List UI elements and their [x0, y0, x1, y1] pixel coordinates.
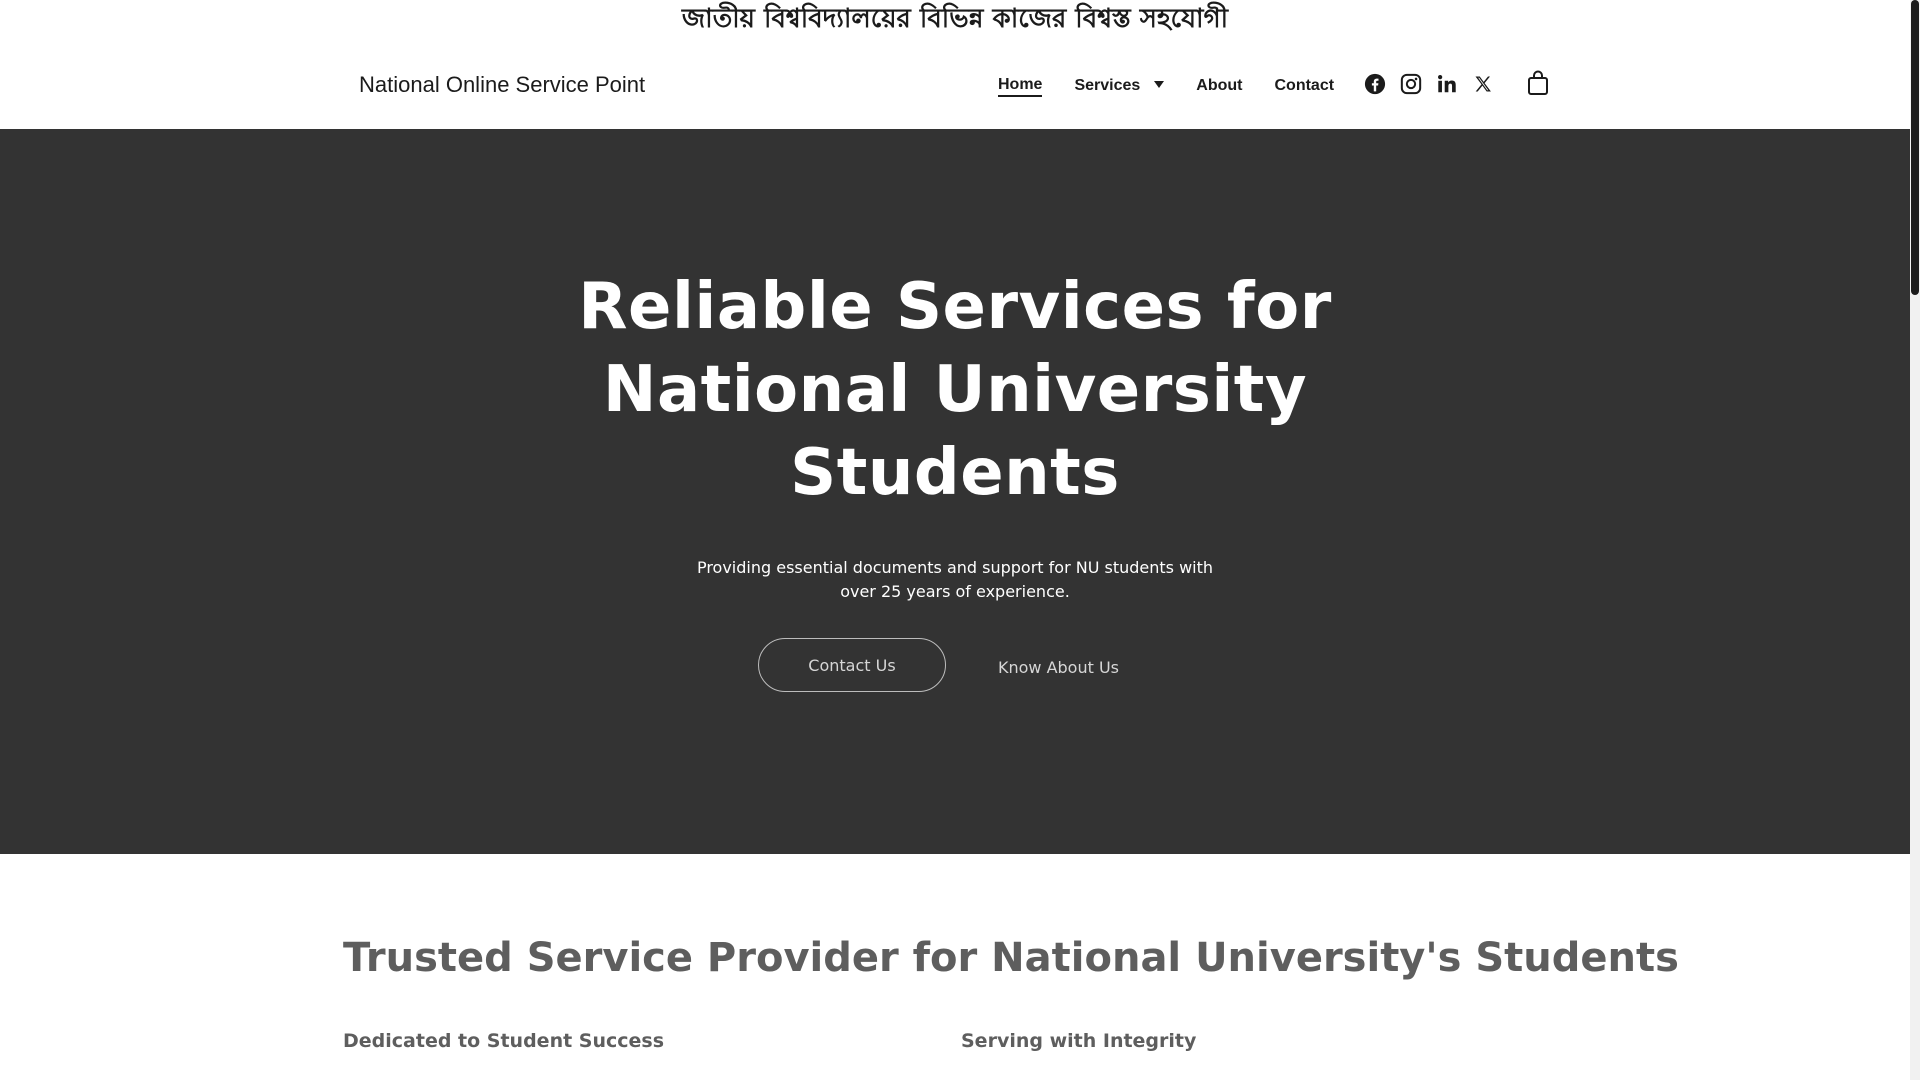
nav-services-label: Services — [1074, 77, 1141, 94]
nav-contact[interactable]: Contact — [1275, 74, 1335, 98]
linkedin-icon[interactable] — [1436, 73, 1458, 95]
hero-subtitle: Providing essential documents and suppor… — [696, 558, 1214, 601]
site-header: National Online Service Point Home Servi… — [0, 40, 1910, 129]
site-title[interactable]: National Online Service Point — [359, 72, 645, 98]
know-about-us-button[interactable]: Know About Us — [986, 638, 1131, 696]
caret-down-icon — [1154, 80, 1165, 88]
announcement-text: জাতীয় বিশ্ববিদ্যালয়ের বিভিন্ন কাজের বি… — [681, 4, 1229, 34]
scrollbar-thumb[interactable] — [1911, 0, 1919, 295]
nav-about[interactable]: About — [1196, 74, 1242, 98]
nav-home[interactable]: Home — [998, 74, 1043, 98]
contact-us-button[interactable]: Contact Us — [758, 638, 946, 692]
shopping-bag-icon[interactable] — [1527, 70, 1549, 96]
x-icon[interactable] — [1472, 73, 1494, 95]
main-nav: Home Services About Contact — [998, 74, 1366, 98]
nav-contact-label: Contact — [1274, 77, 1335, 94]
feature-heading-integrity: Serving with Integrity — [961, 1030, 1197, 1052]
facebook-icon[interactable] — [1364, 73, 1386, 95]
feature-heading-student-success: Dedicated to Student Success — [343, 1030, 665, 1052]
nav-services[interactable]: Services — [1074, 74, 1165, 98]
hero-section: Reliable Services for National Universit… — [0, 129, 1910, 854]
hero-title: Reliable Services for National Universit… — [578, 270, 1332, 510]
nav-about-label: About — [1196, 77, 1243, 94]
social-links — [1364, 73, 1508, 95]
announcement-bar: জাতীয় বিশ্ববিদ্যালয়ের বিভিন্ন কাজের বি… — [0, 0, 1910, 40]
page: জাতীয় বিশ্ববিদ্যালয়ের বিভিন্ন কাজের বি… — [0, 0, 1920, 1080]
page-scrollbar[interactable] — [1910, 0, 1920, 1080]
nav-home-label: Home — [998, 76, 1043, 97]
section-title: Trusted Service Provider for National Un… — [343, 935, 1679, 981]
instagram-icon[interactable] — [1400, 73, 1422, 95]
